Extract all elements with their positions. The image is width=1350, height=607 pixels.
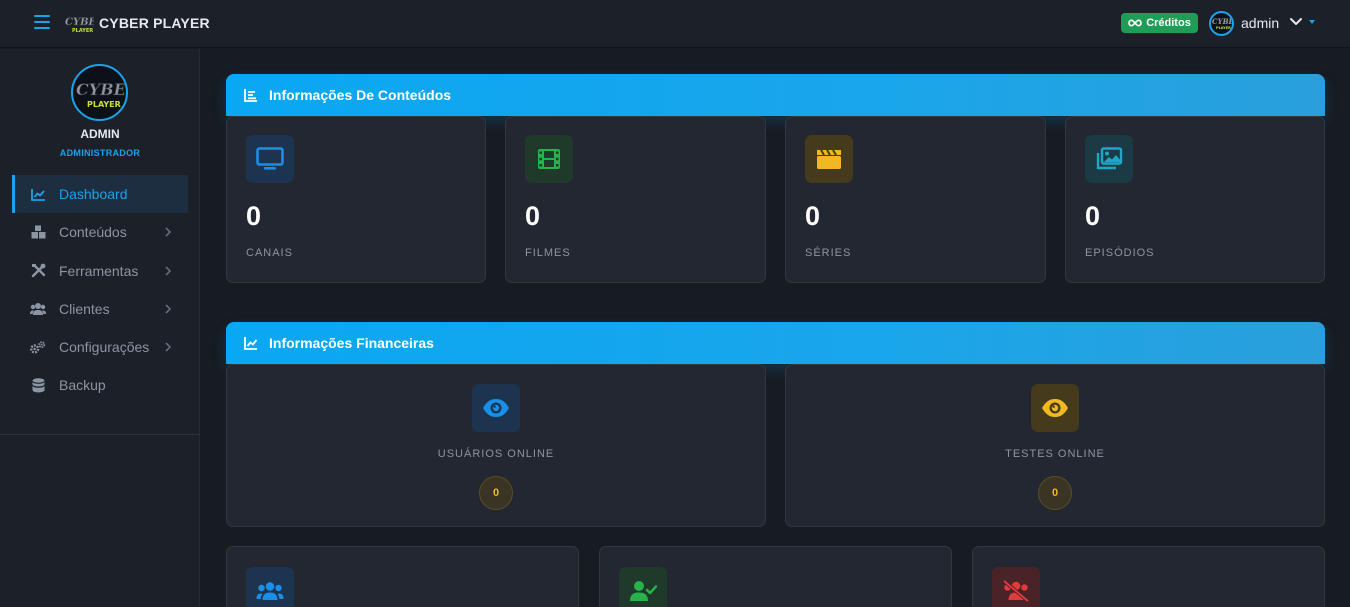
sidebar-item-dashboard[interactable]: Dashboard (12, 175, 188, 213)
stat-card-canais: 0 CANAIS (226, 116, 486, 283)
sidebar-item-label: Dashboard (59, 186, 128, 202)
brand-title: CYBER PLAYER (99, 15, 210, 31)
sidebar-item-label: Clientes (59, 300, 110, 317)
sidebar-item-backup[interactable]: Backup (12, 366, 188, 404)
tv-icon (246, 135, 294, 183)
client-card-active (599, 546, 952, 607)
svg-text:PLAYER: PLAYER (1216, 26, 1231, 30)
finance-label: USUÁRIOS ONLINE (437, 448, 555, 460)
clapperboard-icon (805, 135, 853, 183)
sidebar-avatar: CYBER PLAYER (71, 64, 128, 121)
user-check-icon (619, 567, 667, 607)
credits-label: Créditos (1146, 17, 1191, 29)
eye-icon (472, 384, 520, 432)
chart-line-icon (244, 337, 258, 350)
sidebar-item-conteudos[interactable]: Conteúdos (12, 213, 188, 251)
sidebar-item-clientes[interactable]: Clientes (12, 290, 188, 328)
finance-label: TESTES ONLINE (1005, 448, 1105, 460)
database-icon (30, 377, 46, 393)
users-icon (246, 567, 294, 607)
chevron-down-icon[interactable] (1289, 16, 1303, 28)
menu-toggle-icon[interactable] (34, 15, 50, 31)
sidebar-item-label: Configurações (59, 339, 150, 356)
sidebar: CYBER PLAYER ADMIN ADMINISTRADOR Dashboa… (0, 49, 200, 607)
sidebar-item-label: Backup (59, 377, 106, 394)
finance-card-usuarios-online: USUÁRIOS ONLINE 0 (226, 364, 766, 527)
user-avatar[interactable]: CYBER PLAYER (1209, 11, 1234, 36)
stat-value: 0 (1085, 201, 1101, 231)
film-icon (525, 135, 573, 183)
stat-label: EPISÓDIOS (1085, 247, 1155, 259)
finance-section-header: Informações Financeiras (226, 322, 1325, 364)
stat-label: SÉRIES (805, 247, 852, 259)
boxes-icon (30, 224, 46, 240)
chart-bar-icon (244, 89, 257, 102)
chevron-right-icon (165, 342, 172, 352)
svg-text:CYBER: CYBER (76, 80, 126, 99)
users-slash-icon (992, 567, 1040, 607)
sidebar-item-configuracoes[interactable]: Configurações (12, 328, 188, 366)
chart-line-icon (30, 186, 46, 202)
user-name[interactable]: admin (1241, 15, 1279, 31)
cogs-icon (30, 339, 46, 355)
stat-value: 0 (805, 201, 821, 231)
svg-text:CYBER: CYBER (65, 17, 94, 28)
stat-card-episodios: 0 EPISÓDIOS (1065, 116, 1325, 283)
finance-count-badge: 0 (479, 476, 513, 510)
brand-logo: CYBER PLAYER (65, 17, 94, 34)
sidebar-divider (0, 434, 200, 435)
users-icon (30, 301, 46, 317)
sidebar-nav: Dashboard Conteúdos Ferramentas Clientes (12, 175, 188, 405)
stat-label: FILMES (525, 247, 571, 259)
finance-card-testes-online: TESTES ONLINE 0 (785, 364, 1325, 527)
eye-icon (1031, 384, 1079, 432)
stat-label: CANAIS (246, 247, 293, 259)
stat-value: 0 (246, 201, 262, 231)
svg-text:CYBER: CYBER (1212, 17, 1232, 26)
content-section-title: Informações De Conteúdos (269, 87, 452, 103)
dropdown-caret-icon[interactable] (1309, 20, 1315, 24)
credits-badge[interactable]: Créditos (1121, 13, 1198, 33)
svg-text:PLAYER: PLAYER (72, 28, 93, 34)
client-card-total (226, 546, 579, 607)
stat-value: 0 (525, 201, 541, 231)
content-section-header: Informações De Conteúdos (226, 74, 1325, 116)
sidebar-item-label: Ferramentas (59, 262, 139, 279)
finance-section-title: Informações Financeiras (269, 335, 434, 351)
sidebar-item-label: Conteúdos (59, 224, 127, 241)
finance-count-badge: 0 (1038, 476, 1072, 510)
sidebar-user-role: ADMINISTRADOR (59, 148, 141, 158)
svg-text:PLAYER: PLAYER (87, 100, 121, 109)
infinity-icon (1128, 19, 1142, 27)
tools-icon (30, 263, 46, 279)
stat-card-filmes: 0 FILMES (505, 116, 766, 283)
chevron-right-icon (165, 227, 172, 237)
sidebar-item-ferramentas[interactable]: Ferramentas (12, 252, 188, 290)
chevron-right-icon (165, 304, 172, 314)
stat-card-series: 0 SÉRIES (785, 116, 1046, 283)
sidebar-user-name: ADMIN (80, 127, 120, 141)
images-icon (1085, 135, 1133, 183)
top-bar: CYBER PLAYER CYBER PLAYER Créditos CYBER… (0, 0, 1350, 48)
client-card-blocked (972, 546, 1325, 607)
chevron-right-icon (165, 266, 172, 276)
